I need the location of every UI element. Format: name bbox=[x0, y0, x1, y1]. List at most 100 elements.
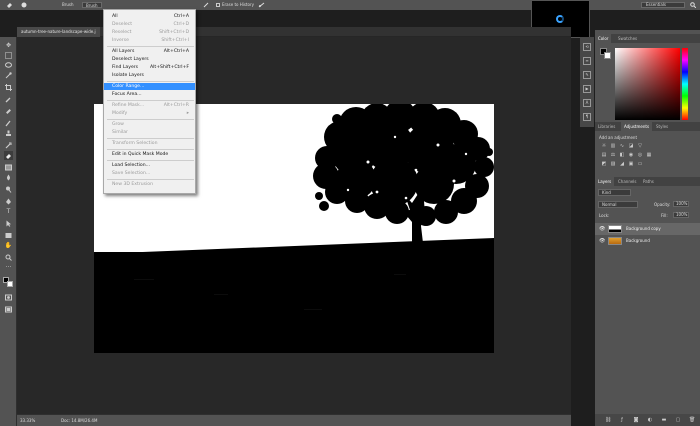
blend-mode-dropdown[interactable]: Normal bbox=[598, 201, 638, 208]
character-panel-icon[interactable]: A bbox=[583, 99, 591, 107]
tab-styles[interactable]: Styles bbox=[653, 122, 671, 131]
threshold-icon[interactable]: ◢ bbox=[619, 161, 625, 167]
menu-item-all-layers[interactable]: All Layers Alt+Ctrl+A bbox=[104, 48, 195, 55]
search-icon[interactable] bbox=[690, 2, 697, 9]
tab-swatches[interactable]: Swatches bbox=[615, 34, 640, 43]
opacity-field[interactable]: 100% bbox=[673, 201, 689, 207]
visibility-eye-icon[interactable]: 👁 bbox=[599, 223, 605, 235]
brush-tool-icon[interactable] bbox=[4, 119, 13, 128]
levels-icon[interactable]: ▥ bbox=[610, 143, 616, 149]
menu-item-deselect[interactable]: Deselect Ctrl+D bbox=[104, 21, 195, 28]
menu-item-reselect[interactable]: Reselect Shift+Ctrl+D bbox=[104, 29, 195, 36]
gradient-tool-icon[interactable] bbox=[4, 163, 13, 172]
tab-color[interactable]: Color bbox=[595, 34, 612, 43]
brush-panel-icon[interactable]: ✎ bbox=[583, 71, 591, 79]
new-adjustment-icon[interactable]: ◐ bbox=[647, 417, 653, 423]
screen-mode-icon[interactable] bbox=[4, 305, 13, 314]
color-lookup-icon[interactable]: ▦ bbox=[646, 152, 652, 158]
link-layers-icon[interactable]: ⛓ bbox=[605, 417, 611, 423]
menu-item-all[interactable]: All Ctrl+A bbox=[104, 13, 195, 20]
mode-dropdown[interactable]: Brush bbox=[82, 2, 102, 8]
history-panel-icon[interactable]: ⟲ bbox=[583, 43, 591, 51]
history-brush-tool-icon[interactable] bbox=[4, 141, 13, 150]
tab-libraries[interactable]: Libraries bbox=[595, 122, 618, 131]
eraser-tool-icon[interactable] bbox=[4, 151, 13, 160]
menu-item-refine-mask[interactable]: Refine Mask... Alt+Ctrl+R bbox=[104, 102, 195, 109]
healing-brush-tool-icon[interactable] bbox=[4, 107, 13, 116]
exposure-icon[interactable]: ◪ bbox=[628, 143, 634, 149]
tab-channels[interactable]: Channels bbox=[615, 177, 640, 186]
panel-background-swatch[interactable] bbox=[604, 52, 611, 59]
layer-style-icon[interactable]: ƒ bbox=[619, 417, 625, 423]
black-white-icon[interactable]: ◧ bbox=[619, 152, 625, 158]
blur-tool-icon[interactable] bbox=[4, 173, 13, 182]
menu-item-load-selection[interactable]: Load Selection... bbox=[104, 162, 195, 169]
path-selection-tool-icon[interactable] bbox=[4, 219, 13, 228]
tab-paths[interactable]: Paths bbox=[640, 177, 657, 186]
menu-item-inverse[interactable]: Inverse Shift+Ctrl+I bbox=[104, 37, 195, 44]
actions-panel-icon[interactable]: ▶ bbox=[583, 85, 591, 93]
channel-mixer-icon[interactable]: ◎ bbox=[637, 152, 643, 158]
zoom-tool-icon[interactable] bbox=[4, 253, 13, 262]
menu-item-new-3d-extrusion[interactable]: New 3D Extrusion bbox=[104, 181, 195, 188]
type-tool-icon[interactable]: T bbox=[4, 207, 13, 216]
vibrance-icon[interactable]: ▽ bbox=[637, 143, 643, 149]
menu-item-grow[interactable]: Grow bbox=[104, 121, 195, 128]
menu-item-focus-area[interactable]: Focus Area... bbox=[104, 91, 195, 98]
selective-color-icon[interactable]: ▣ bbox=[628, 161, 634, 167]
curves-icon[interactable]: ∿ bbox=[619, 143, 625, 149]
quick-mask-icon[interactable] bbox=[4, 293, 13, 302]
menu-item-quick-mask[interactable]: Edit in Quick Mask Mode bbox=[104, 151, 195, 158]
document-info[interactable]: Doc: 14.8M/26.4M bbox=[61, 418, 97, 423]
hand-tool-icon[interactable]: ✋ bbox=[4, 241, 13, 250]
document-tab[interactable]: autumn-tree-nature-landscape-wide.j bbox=[17, 27, 100, 37]
erase-history-checkbox[interactable] bbox=[216, 3, 220, 7]
pressure-icon[interactable] bbox=[258, 2, 265, 10]
menu-item-save-selection[interactable]: Save Selection... bbox=[104, 170, 195, 177]
document-canvas-area[interactable] bbox=[17, 37, 571, 414]
hue-slider[interactable] bbox=[682, 48, 688, 120]
color-balance-icon[interactable]: ⚖ bbox=[610, 152, 616, 158]
brush-preset-icon[interactable] bbox=[20, 2, 30, 8]
posterize-icon[interactable]: ▨ bbox=[610, 161, 616, 167]
quick-select-tool-icon[interactable] bbox=[4, 71, 13, 80]
layer-row[interactable]: 👁 Background bbox=[595, 235, 700, 247]
tab-layers[interactable]: Layers bbox=[595, 177, 615, 186]
fill-field[interactable]: 100% bbox=[673, 212, 689, 218]
rectangle-tool-icon[interactable] bbox=[4, 231, 13, 240]
photo-filter-icon[interactable]: ◉ bbox=[628, 152, 634, 158]
background-color-swatch[interactable] bbox=[7, 281, 13, 287]
layer-row[interactable]: 👁 Background copy bbox=[595, 223, 700, 235]
new-layer-icon[interactable]: ▢ bbox=[675, 417, 681, 423]
lasso-tool-icon[interactable] bbox=[4, 61, 13, 70]
brightness-icon[interactable]: ☼ bbox=[601, 143, 607, 149]
menu-item-transform-selection[interactable]: Transform Selection bbox=[104, 140, 195, 147]
menu-item-find-layers[interactable]: Find Layers Alt+Shift+Ctrl+F bbox=[104, 64, 195, 71]
delete-layer-icon[interactable]: 🗑 bbox=[689, 417, 695, 423]
visibility-eye-icon[interactable]: 👁 bbox=[599, 235, 605, 247]
menu-item-modify[interactable]: Modify ▸ bbox=[104, 110, 195, 117]
paragraph-panel-icon[interactable]: ¶ bbox=[583, 113, 591, 121]
airbrush-icon[interactable] bbox=[203, 2, 210, 10]
hue-saturation-icon[interactable]: ▤ bbox=[601, 152, 607, 158]
more-tools-icon[interactable]: ··· bbox=[4, 263, 13, 272]
invert-icon[interactable]: ◩ bbox=[601, 161, 607, 167]
move-tool-icon[interactable]: ✥ bbox=[4, 41, 13, 50]
crop-tool-icon[interactable] bbox=[4, 83, 13, 92]
menu-item-isolate-layers[interactable]: Isolate Layers bbox=[104, 72, 195, 79]
properties-panel-icon[interactable]: ≡ bbox=[583, 57, 591, 65]
workspace-dropdown[interactable]: Essentials bbox=[641, 2, 685, 8]
zoom-level[interactable]: 33.33% bbox=[20, 418, 35, 423]
menu-item-similar[interactable]: Similar bbox=[104, 129, 195, 136]
clone-stamp-tool-icon[interactable] bbox=[4, 129, 13, 138]
dodge-tool-icon[interactable] bbox=[4, 185, 13, 194]
tab-adjustments[interactable]: Adjustments bbox=[621, 122, 653, 131]
pen-tool-icon[interactable] bbox=[4, 197, 13, 206]
layer-filter-kind[interactable]: Kind bbox=[598, 189, 631, 196]
marquee-tool-icon[interactable] bbox=[4, 51, 13, 60]
new-group-icon[interactable]: ▬ bbox=[661, 417, 667, 423]
gradient-map-icon[interactable]: ▭ bbox=[637, 161, 643, 167]
menu-item-color-range[interactable]: Color Range... bbox=[104, 83, 195, 90]
eyedropper-tool-icon[interactable] bbox=[4, 95, 13, 104]
eraser-tool-icon[interactable] bbox=[6, 2, 13, 10]
